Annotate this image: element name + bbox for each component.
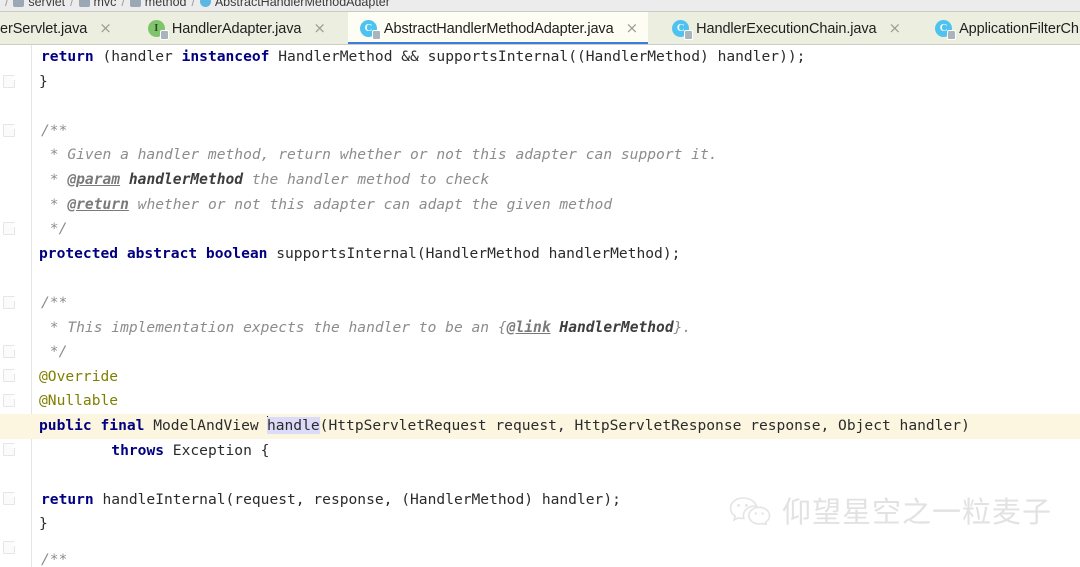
tab-HandlerAdapter-java[interactable]: I HandlerAdapter.java × <box>136 12 336 44</box>
code-line[interactable]: } <box>0 512 1080 537</box>
tab-label: AbstractHandlerMethodAdapter.java <box>383 20 614 37</box>
tab-AbstractHandlerMethodAdapter-java[interactable]: C AbstractHandlerMethodAdapter.java × <box>347 12 649 44</box>
code-line[interactable]: } <box>0 70 1080 95</box>
class-icon <box>199 0 211 7</box>
code-line[interactable] <box>0 94 1080 119</box>
code-line[interactable]: */ <box>0 217 1080 242</box>
code-line[interactable]: throws Exception { <box>0 439 1080 464</box>
tab-HandlerExecutionChain-java[interactable]: C HandlerExecutionChain.java × <box>660 12 911 44</box>
code-line[interactable]: @Override <box>0 365 1080 390</box>
selected-identifier[interactable]: handle <box>266 417 320 434</box>
folder-icon <box>13 0 25 7</box>
tab-label: erServlet.java <box>0 20 88 37</box>
code-line[interactable]: @Nullable <box>0 389 1080 414</box>
breadcrumb-separator: / <box>70 0 74 9</box>
close-icon[interactable]: × <box>313 21 326 36</box>
breadcrumb-item-label: method <box>144 0 187 9</box>
code-line[interactable]: return (handler instanceof HandlerMethod… <box>0 45 1080 70</box>
code-line[interactable]: /** <box>0 291 1080 316</box>
ide-editor-window: / servlet / mvc / method / AbstractHandl… <box>0 0 1080 567</box>
breadcrumb-item-label: servlet <box>28 0 66 9</box>
breadcrumb-item-class[interactable]: AbstractHandlerMethodAdapter <box>199 0 390 9</box>
code-line[interactable]: protected abstract boolean supportsInter… <box>0 242 1080 267</box>
folder-icon <box>78 0 90 7</box>
code-content[interactable]: return (handler instanceof HandlerMethod… <box>0 45 1080 567</box>
folder-icon <box>129 0 141 7</box>
breadcrumb-item-method[interactable]: method <box>129 0 187 9</box>
tab-label: HandlerExecutionChain.java <box>696 20 877 37</box>
code-line-current[interactable]: public final ModelAndView handle(HttpSer… <box>0 414 1080 439</box>
code-line[interactable]: /** <box>0 119 1080 144</box>
breadcrumb-separator: / <box>121 0 125 9</box>
tab-label: ApplicationFilterCh <box>959 20 1079 37</box>
code-line[interactable]: /** <box>0 548 1080 567</box>
breadcrumb-separator: / <box>191 0 195 9</box>
code-line[interactable]: * Given a handler method, return whether… <box>0 143 1080 168</box>
tab-ApplicationFilterChain-java[interactable]: C ApplicationFilterCh <box>923 12 1080 44</box>
close-icon[interactable]: × <box>99 21 112 36</box>
editor-tab-bar: erServlet.java × I HandlerAdapter.java ×… <box>0 12 1080 45</box>
breadcrumb-item-label: mvc <box>93 0 117 9</box>
code-line[interactable]: */ <box>0 340 1080 365</box>
code-line[interactable]: return handleInternal(request, response,… <box>0 488 1080 513</box>
code-line[interactable]: * @param handlerMethod the handler metho… <box>0 168 1080 193</box>
breadcrumb-item-label: AbstractHandlerMethodAdapter <box>214 0 390 9</box>
close-icon[interactable]: × <box>889 21 902 36</box>
breadcrumb: / servlet / mvc / method / AbstractHandl… <box>0 0 1080 12</box>
close-icon[interactable]: × <box>626 21 639 36</box>
breadcrumb-item-mvc[interactable]: mvc <box>78 0 117 9</box>
code-line[interactable]: * @return whether or not this adapter ca… <box>0 193 1080 218</box>
breadcrumb-item-servlet[interactable]: servlet <box>13 0 65 9</box>
code-line[interactable] <box>0 266 1080 291</box>
interface-icon: I <box>147 20 168 39</box>
class-icon: C <box>359 20 380 39</box>
tab-erServlet-java[interactable]: erServlet.java × <box>0 12 122 44</box>
code-line[interactable] <box>0 463 1080 488</box>
breadcrumb-separator: / <box>5 0 9 9</box>
code-line[interactable]: * This implementation expects the handle… <box>0 316 1080 341</box>
class-icon: C <box>935 20 956 39</box>
class-icon: C <box>672 20 693 39</box>
code-editor[interactable]: return (handler instanceof HandlerMethod… <box>0 45 1080 567</box>
tab-label: HandlerAdapter.java <box>171 20 302 37</box>
